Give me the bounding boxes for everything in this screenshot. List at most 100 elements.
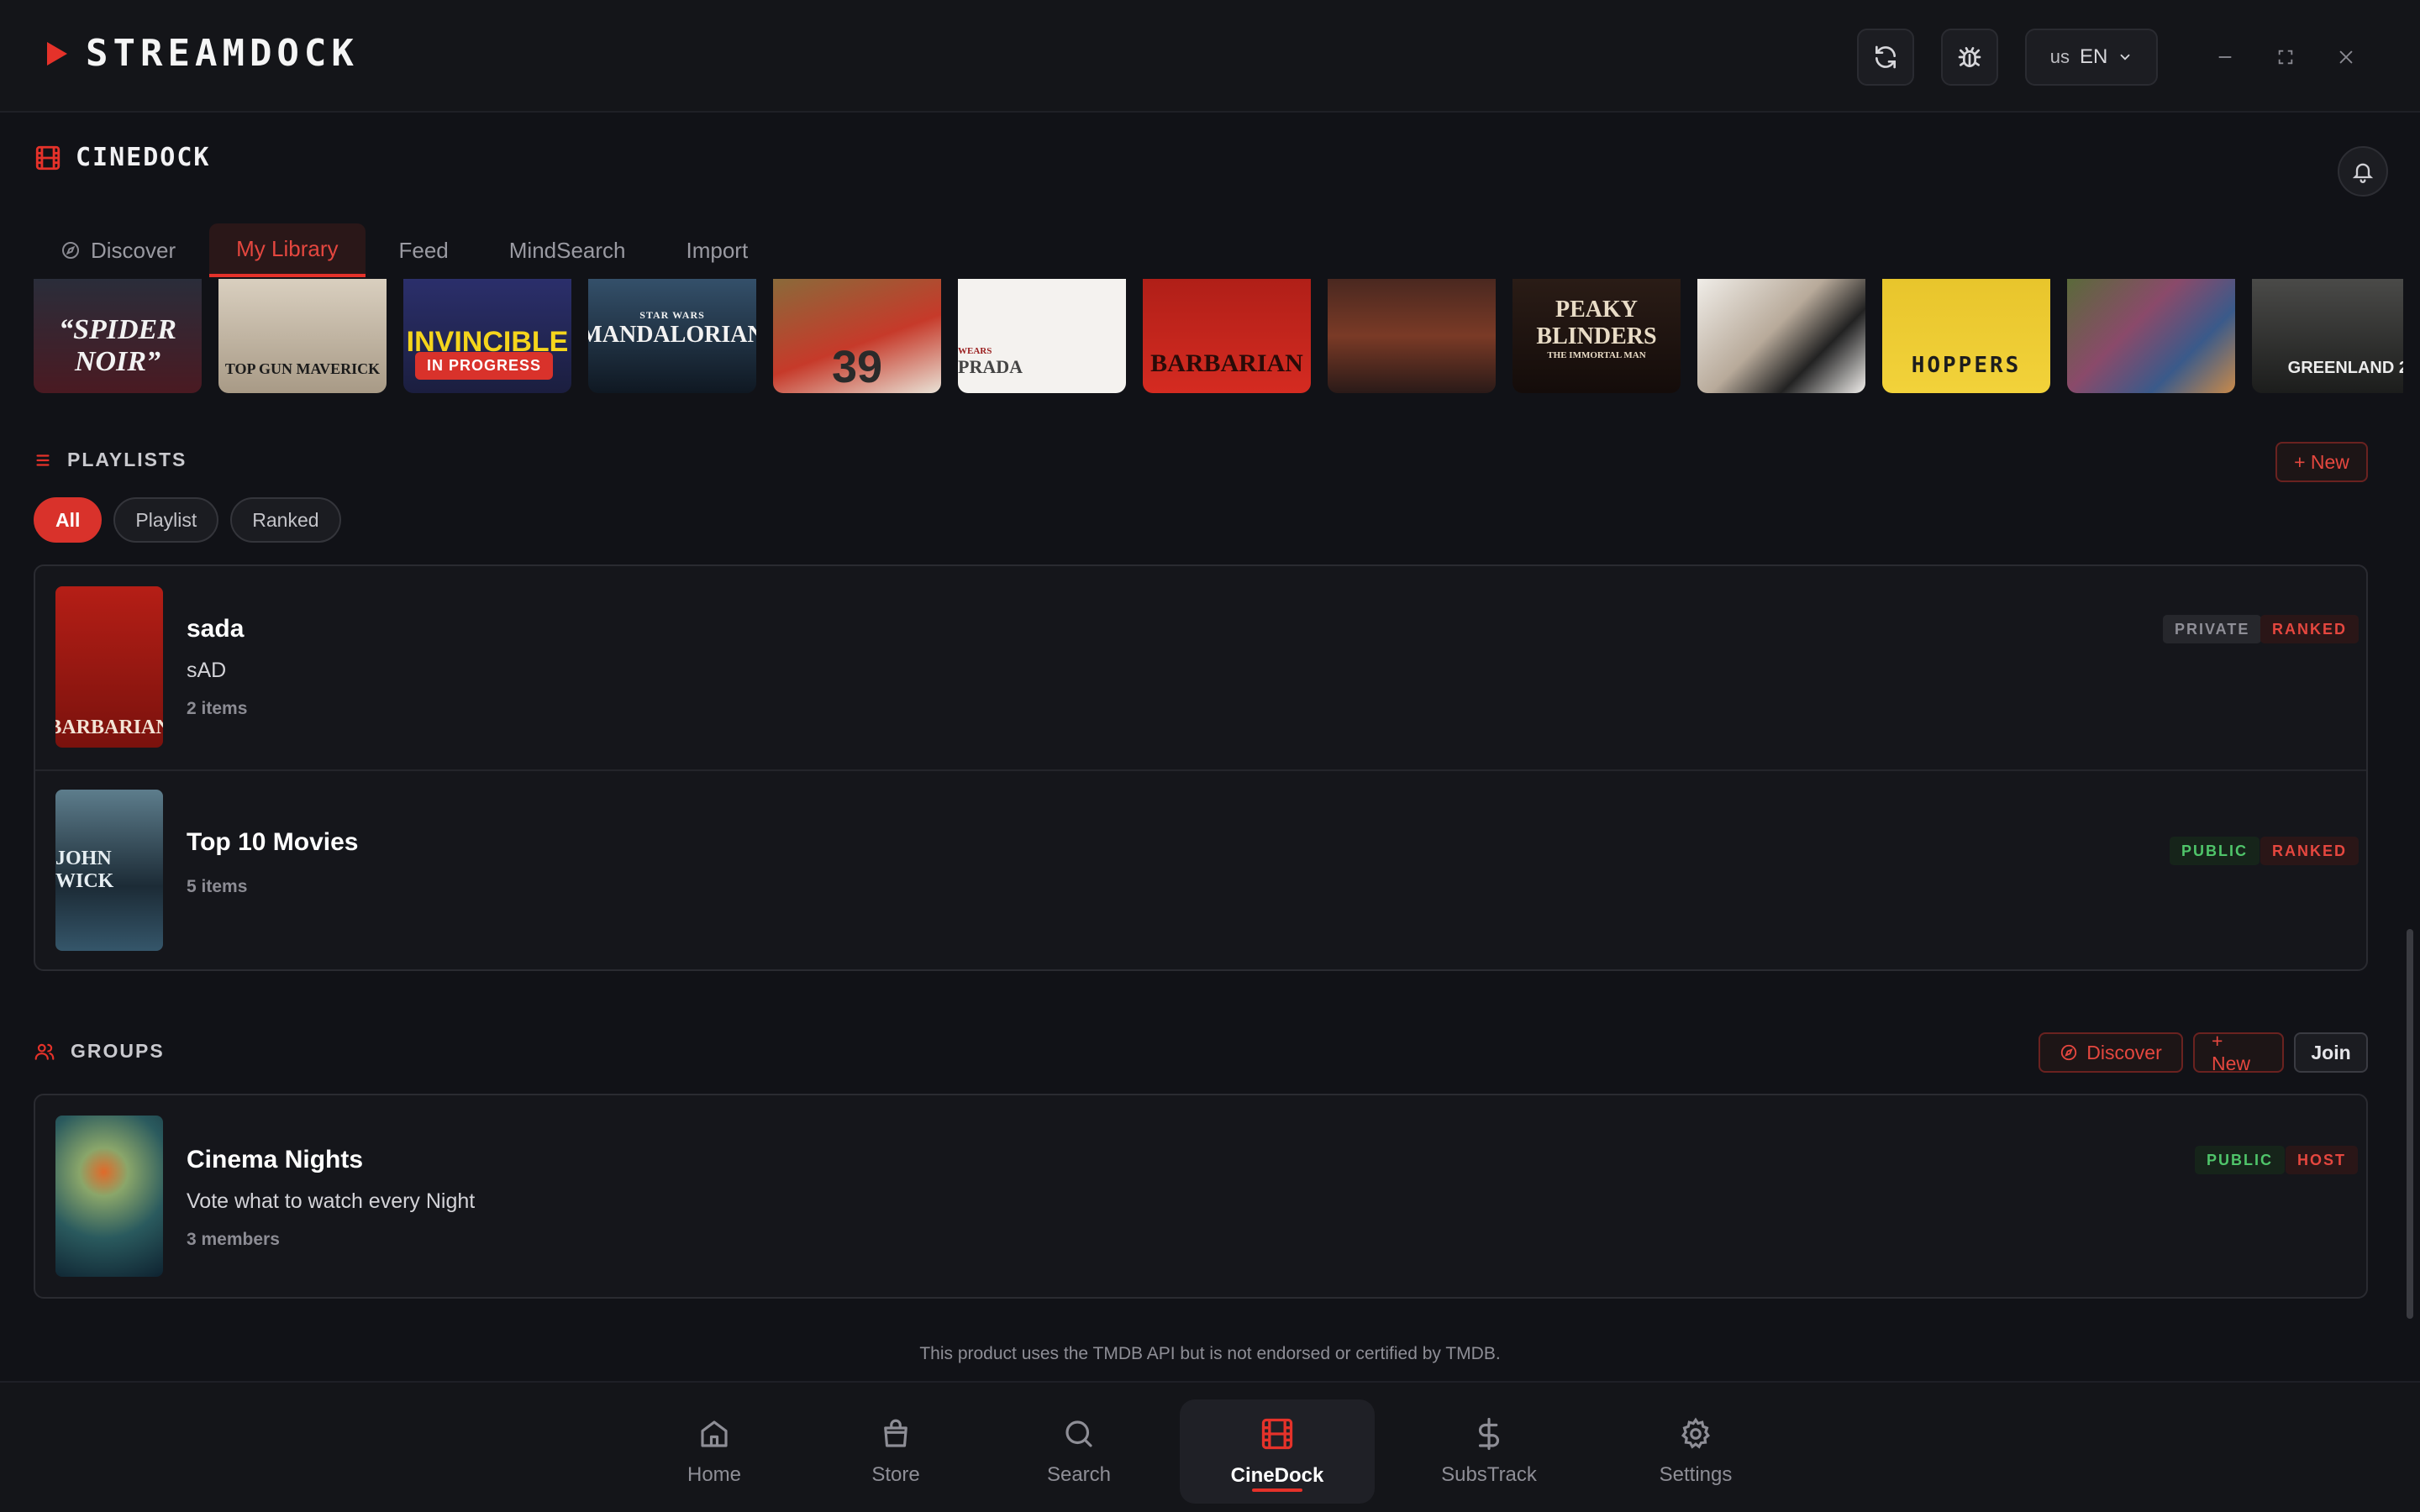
poster-item[interactable]: GREENLAND 2 xyxy=(2252,279,2403,393)
language-code: EN xyxy=(2079,45,2108,68)
nav-substrack[interactable]: SubsTrack xyxy=(1430,1399,1548,1504)
poster-item[interactable]: “SPIDER NOIR” xyxy=(34,279,202,393)
poster-kicker: STAR WARS xyxy=(639,308,705,321)
poster-item[interactable]: PEAKY BLINDERS THE IMMORTAL MAN xyxy=(1512,279,1681,393)
nav-label: Settings xyxy=(1659,1463,1733,1486)
groups-list: Cinema Nights Vote what to watch every N… xyxy=(34,1094,2368,1299)
chip-label: Playlist xyxy=(135,508,197,531)
tab-label: Import xyxy=(686,237,749,263)
nav-store[interactable]: Store xyxy=(845,1399,946,1504)
visibility-badge: PUBLIC xyxy=(2195,1146,2285,1174)
bottom-navigation: Home Store Search CineDock SubsTrack Set… xyxy=(0,1381,2420,1512)
tab-label: Discover xyxy=(91,237,176,263)
nav-label: Store xyxy=(871,1463,920,1486)
playlist-item-count: 5 items xyxy=(187,877,248,896)
nav-label: SubsTrack xyxy=(1441,1463,1537,1486)
poster-item[interactable]: TOP GUN MAVERICK xyxy=(218,279,387,393)
tab-my-library[interactable]: My Library xyxy=(209,223,366,277)
nav-cinedock[interactable]: CineDock xyxy=(1180,1399,1375,1504)
poster-item[interactable] xyxy=(1697,279,1865,393)
poster-title: 39 xyxy=(831,342,883,392)
refresh-icon xyxy=(1876,45,1896,69)
debug-button[interactable] xyxy=(1941,29,1998,86)
new-playlist-button[interactable]: + New xyxy=(2275,442,2368,482)
poster-title: MANDALORIAN xyxy=(588,321,756,348)
gear-icon xyxy=(1681,1417,1711,1449)
type-badge: RANKED xyxy=(2260,837,2360,865)
group-thumbnail xyxy=(55,1116,163,1277)
poster-title: GREENLAND 2 xyxy=(2287,359,2403,377)
title-bar: STREAMDOCK us EN xyxy=(0,0,2420,113)
filter-chip-ranked[interactable]: Ranked xyxy=(230,497,341,543)
discover-groups-button[interactable]: Discover xyxy=(2039,1032,2183,1073)
maximize-button[interactable] xyxy=(2265,37,2306,77)
groups-section-label: GROUPS xyxy=(34,1040,165,1063)
new-playlist-label: + New xyxy=(2294,450,2349,473)
playlists-label: PLAYLISTS xyxy=(67,449,187,470)
poster-title: BARBARIAN xyxy=(1150,349,1303,377)
groups-label: GROUPS xyxy=(71,1040,165,1062)
list-icon xyxy=(36,454,50,466)
poster-title: TOP GUN MAVERICK xyxy=(224,360,381,377)
new-group-button[interactable]: + New xyxy=(2193,1030,2284,1074)
poster-item[interactable]: WEARS PRADA xyxy=(958,279,1126,393)
tab-label: Feed xyxy=(398,237,449,263)
poster-item[interactable]: BARBARIAN xyxy=(1143,279,1311,393)
visibility-badge: PUBLIC xyxy=(2170,837,2260,865)
bag-icon xyxy=(884,1419,908,1447)
filter-chip-playlist[interactable]: Playlist xyxy=(113,497,219,543)
join-group-button[interactable]: Join xyxy=(2294,1032,2368,1073)
notifications-button[interactable] xyxy=(2338,146,2388,197)
refresh-button[interactable] xyxy=(1857,29,1914,86)
playlist-item-count: 2 items xyxy=(187,699,248,718)
film-icon xyxy=(1261,1418,1293,1450)
tab-discover[interactable]: Discover xyxy=(34,223,203,277)
close-button[interactable] xyxy=(2326,37,2366,77)
bell-icon xyxy=(2352,163,2374,183)
visibility-badge: PRIVATE xyxy=(2163,615,2262,643)
nav-search[interactable]: Search xyxy=(1028,1399,1129,1504)
filter-chip-all[interactable]: All xyxy=(34,497,103,543)
tab-label: My Library xyxy=(236,235,339,261)
active-indicator xyxy=(1252,1488,1302,1492)
group-row[interactable]: Cinema Nights Vote what to watch every N… xyxy=(35,1095,2366,1297)
poster-item[interactable] xyxy=(2067,279,2235,393)
tab-mindsearch[interactable]: MindSearch xyxy=(482,223,653,277)
playlist-thumbnail: BARBARIAN xyxy=(55,586,163,748)
new-group-label: + New xyxy=(2212,1030,2251,1074)
language-select[interactable]: us EN xyxy=(2025,29,2158,86)
playlists-list: BARBARIAN sada sAD 2 items PRIVATE RANKE… xyxy=(34,564,2368,971)
playlist-filter-chips: All Playlist Ranked xyxy=(34,497,341,543)
poster-item[interactable]: STAR WARS MANDALORIAN xyxy=(588,279,756,393)
group-title: Cinema Nights xyxy=(187,1146,364,1173)
cinedock-header: CINEDOCK xyxy=(34,143,211,172)
poster-item[interactable]: INVINCIBLE IN PROGRESS xyxy=(403,279,571,393)
poster-kicker: THE IMMORTAL MAN xyxy=(1547,350,1646,360)
playlist-title: sada xyxy=(187,615,245,643)
bug-icon xyxy=(1958,47,1981,67)
tab-label: MindSearch xyxy=(508,237,626,263)
minimize-icon xyxy=(2218,56,2232,58)
library-poster-row: “SPIDER NOIR” TOP GUN MAVERICK INVINCIBL… xyxy=(34,279,2403,393)
tmdb-attribution: This product uses the TMDB API but is no… xyxy=(919,1344,1501,1363)
page-title: CINEDOCK xyxy=(76,143,211,172)
scrollbar-thumb[interactable] xyxy=(2407,929,2413,1319)
poster-item[interactable]: HOPPERS xyxy=(1882,279,2050,393)
close-icon xyxy=(2339,50,2353,64)
poster-title: “SPIDER NOIR” xyxy=(59,314,176,377)
tab-bar: Discover My Library Feed MindSearch Impo… xyxy=(34,223,775,277)
tab-feed[interactable]: Feed xyxy=(372,223,476,277)
chip-label: All xyxy=(55,508,81,531)
playlist-row[interactable]: BARBARIAN sada sAD 2 items PRIVATE RANKE… xyxy=(35,566,2366,769)
playlist-title: Top 10 Movies xyxy=(187,828,359,856)
discover-groups-label: Discover xyxy=(2086,1041,2162,1063)
poster-kicker: WEARS xyxy=(958,346,992,356)
poster-item[interactable]: 39 xyxy=(773,279,941,393)
maximize-icon xyxy=(2278,50,2293,65)
nav-settings[interactable]: Settings xyxy=(1645,1399,1746,1504)
poster-item[interactable] xyxy=(1328,279,1496,393)
minimize-button[interactable] xyxy=(2205,37,2245,77)
playlist-row[interactable]: JOHN WICK Top 10 Movies 5 items PUBLIC R… xyxy=(35,771,2366,969)
tab-import[interactable]: Import xyxy=(660,223,776,277)
nav-home[interactable]: Home xyxy=(664,1399,765,1504)
